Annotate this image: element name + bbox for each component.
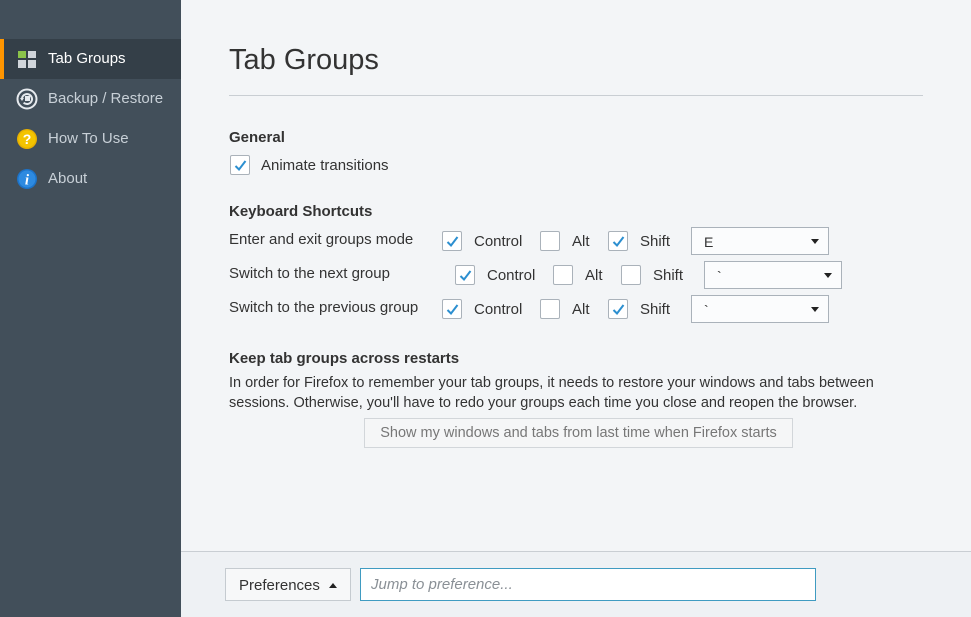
alt-label: Alt bbox=[585, 267, 603, 284]
animate-transitions-checkbox[interactable] bbox=[230, 155, 250, 175]
svg-text:?: ? bbox=[23, 131, 32, 147]
sidebar-item-label: About bbox=[48, 170, 88, 187]
control-label: Control bbox=[487, 267, 536, 284]
check-icon bbox=[612, 304, 625, 316]
jump-to-preference-input[interactable] bbox=[360, 568, 816, 601]
sidebar-item-how-to-use[interactable]: ? How To Use bbox=[0, 119, 181, 159]
sidebar-item-label: Backup / Restore bbox=[48, 90, 164, 107]
shift-checkbox[interactable] bbox=[621, 265, 641, 285]
key-select[interactable]: ` bbox=[704, 261, 842, 289]
title-divider bbox=[229, 95, 923, 96]
preferences-button[interactable]: Preferences bbox=[225, 568, 351, 601]
control-label: Control bbox=[474, 233, 523, 250]
sidebar-item-backup-restore[interactable]: Backup / Restore bbox=[0, 79, 181, 119]
sidebar-item-label: How To Use bbox=[48, 130, 129, 147]
help-icon: ? bbox=[16, 128, 38, 150]
control-checkbox[interactable] bbox=[455, 265, 475, 285]
sidebar-item-tab-groups[interactable]: Tab Groups bbox=[0, 39, 181, 79]
shift-label: Shift bbox=[640, 233, 671, 250]
control-checkbox[interactable] bbox=[442, 231, 462, 251]
dropdown-arrow-icon bbox=[824, 273, 832, 278]
alt-checkbox[interactable] bbox=[540, 299, 560, 319]
control-checkbox[interactable] bbox=[442, 299, 462, 319]
restore-explanation: In order for Firefox to remember your ta… bbox=[229, 375, 874, 411]
alt-label: Alt bbox=[572, 301, 590, 318]
general-heading: General bbox=[229, 129, 285, 146]
alt-checkbox[interactable] bbox=[553, 265, 573, 285]
shift-checkbox[interactable] bbox=[608, 299, 628, 319]
sidebar: Tab Groups Backup / Restore ? How To Use bbox=[0, 0, 181, 617]
footer-bar: Preferences bbox=[181, 551, 971, 617]
key-select[interactable]: E bbox=[691, 227, 829, 255]
alt-checkbox[interactable] bbox=[540, 231, 560, 251]
check-icon bbox=[446, 304, 459, 316]
control-label: Control bbox=[474, 301, 523, 318]
sidebar-item-about[interactable]: i About bbox=[0, 159, 181, 199]
check-icon bbox=[234, 160, 247, 172]
shortcut-label-next-group: Switch to the next group bbox=[229, 265, 390, 282]
restore-session-button[interactable]: Show my windows and tabs from last time … bbox=[364, 418, 793, 448]
shift-checkbox[interactable] bbox=[608, 231, 628, 251]
dropdown-arrow-icon bbox=[811, 239, 819, 244]
check-icon bbox=[612, 236, 625, 248]
page-title: Tab Groups bbox=[229, 44, 379, 76]
info-icon: i bbox=[16, 168, 38, 190]
chevron-up-icon bbox=[329, 583, 337, 588]
dropdown-arrow-icon bbox=[811, 307, 819, 312]
shift-label: Shift bbox=[653, 267, 684, 284]
sidebar-item-label: Tab Groups bbox=[48, 50, 126, 67]
shortcut-label-previous-group: Switch to the previous group bbox=[229, 299, 419, 316]
keyboard-shortcuts-heading: Keyboard Shortcuts bbox=[229, 203, 373, 220]
alt-label: Alt bbox=[572, 233, 590, 250]
backup-restore-icon bbox=[16, 88, 38, 110]
key-select-value: ` bbox=[717, 268, 722, 284]
check-icon bbox=[446, 236, 459, 248]
keep-tab-groups-heading: Keep tab groups across restarts bbox=[229, 350, 460, 367]
main-content: Tab Groups General Animate transitions K… bbox=[181, 0, 971, 551]
shortcut-label-enter-exit: Enter and exit groups mode bbox=[229, 231, 414, 248]
check-icon bbox=[459, 270, 472, 282]
key-select[interactable]: ` bbox=[691, 295, 829, 323]
preferences-label: Preferences bbox=[239, 577, 320, 594]
shift-label: Shift bbox=[640, 301, 671, 318]
animate-transitions-label: Animate transitions bbox=[261, 157, 389, 174]
key-select-value: ` bbox=[704, 302, 709, 318]
key-select-value: E bbox=[704, 234, 714, 250]
tab-groups-icon bbox=[16, 48, 38, 70]
